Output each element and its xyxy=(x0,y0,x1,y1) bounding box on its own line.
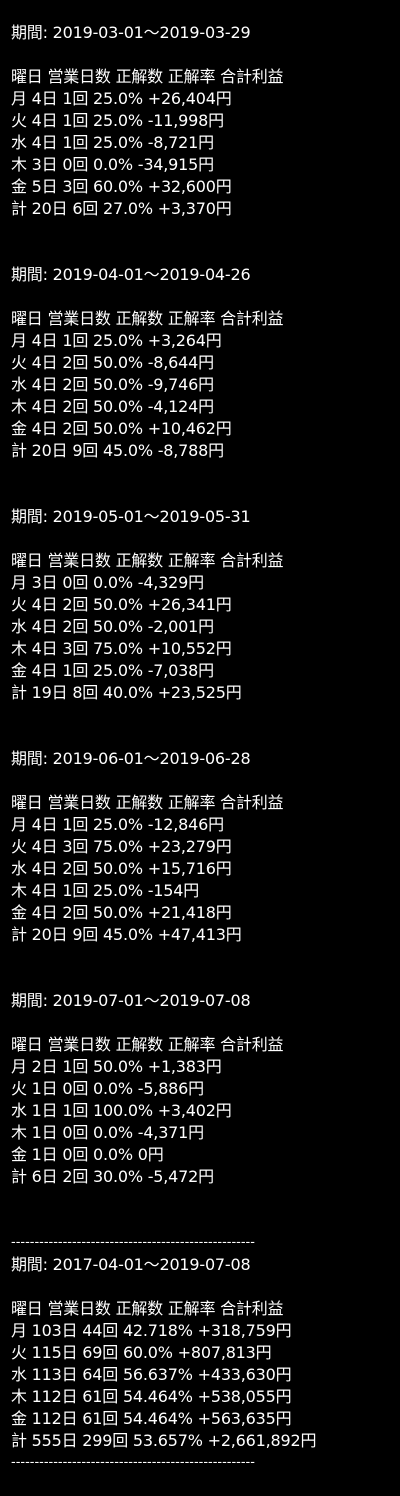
column-header: 曜日 営業日数 正解数 正解率 合計利益 xyxy=(11,67,284,86)
period-header: 期間: 2019-07-01〜2019-07-08 xyxy=(11,991,251,1010)
period-header: 期間: 2019-06-01〜2019-06-28 xyxy=(11,749,251,768)
result-row: 月 4日 1回 25.0% -12,846円 xyxy=(11,815,224,834)
period-header: 期間: 2017-04-01〜2019-07-08 xyxy=(11,1255,251,1274)
result-row: 金 4日 2回 50.0% +10,462円 xyxy=(11,419,232,438)
column-header: 曜日 営業日数 正解数 正解率 合計利益 xyxy=(11,793,284,812)
result-row: 火 4日 2回 50.0% +26,341円 xyxy=(11,595,232,614)
result-row: 木 3日 0回 0.0% -34,915円 xyxy=(11,155,214,174)
result-row: 月 4日 1回 25.0% +3,264円 xyxy=(11,331,222,350)
result-row: 金 112日 61回 54.464% +563,635円 xyxy=(11,1409,292,1428)
column-header: 曜日 営業日数 正解数 正解率 合計利益 xyxy=(11,309,284,328)
result-row: 金 1日 0回 0.0% 0円 xyxy=(11,1145,164,1164)
result-row: 木 4日 2回 50.0% -4,124円 xyxy=(11,397,214,416)
result-row: 火 4日 3回 75.0% +23,279円 xyxy=(11,837,232,856)
result-row: 月 2日 1回 50.0% +1,383円 xyxy=(11,1057,222,1076)
result-row: 水 4日 2回 50.0% +15,716円 xyxy=(11,859,232,878)
total-row: 計 20日 9回 45.0% +47,413円 xyxy=(11,925,242,944)
total-row: 計 6日 2回 30.0% -5,472円 xyxy=(11,1167,214,1186)
column-header: 曜日 営業日数 正解数 正解率 合計利益 xyxy=(11,1299,284,1318)
total-row: 計 20日 9回 45.0% -8,788円 xyxy=(11,441,224,460)
result-row: 水 4日 2回 50.0% -9,746円 xyxy=(11,375,214,394)
result-row: 火 115日 69回 60.0% +807,813円 xyxy=(11,1343,272,1362)
result-row: 月 3日 0回 0.0% -4,329円 xyxy=(11,573,204,592)
period-header: 期間: 2019-05-01〜2019-05-31 xyxy=(11,507,251,526)
period-header: 期間: 2019-04-01〜2019-04-26 xyxy=(11,265,251,284)
result-row: 水 113日 64回 56.637% +433,630円 xyxy=(11,1365,292,1384)
result-row: 木 1日 0回 0.0% -4,371円 xyxy=(11,1123,204,1142)
result-row: 木 4日 1回 25.0% -154円 xyxy=(11,881,200,900)
total-row: 計 20日 6回 27.0% +3,370円 xyxy=(11,199,232,218)
column-header: 曜日 営業日数 正解数 正解率 合計利益 xyxy=(11,1035,284,1054)
result-row: 木 4日 3回 75.0% +10,552円 xyxy=(11,639,232,658)
separator: ----------------------------------------… xyxy=(11,1455,255,1470)
result-row: 火 4日 2回 50.0% -8,644円 xyxy=(11,353,214,372)
result-row: 水 1日 1回 100.0% +3,402円 xyxy=(11,1101,232,1120)
total-row: 計 19日 8回 40.0% +23,525円 xyxy=(11,683,242,702)
result-row: 月 103日 44回 42.718% +318,759円 xyxy=(11,1321,292,1340)
result-row: 火 4日 1回 25.0% -11,998円 xyxy=(11,111,224,130)
result-row: 金 5日 3回 60.0% +32,600円 xyxy=(11,177,232,196)
result-row: 火 1日 0回 0.0% -5,886円 xyxy=(11,1079,204,1098)
result-row: 金 4日 1回 25.0% -7,038円 xyxy=(11,661,214,680)
column-header: 曜日 営業日数 正解数 正解率 合計利益 xyxy=(11,551,284,570)
result-row: 月 4日 1回 25.0% +26,404円 xyxy=(11,89,232,108)
total-row: 計 555日 299回 53.657% +2,661,892円 xyxy=(11,1431,317,1450)
result-row: 水 4日 2回 50.0% -2,001円 xyxy=(11,617,214,636)
result-row: 木 112日 61回 54.464% +538,055円 xyxy=(11,1387,292,1406)
result-row: 金 4日 2回 50.0% +21,418円 xyxy=(11,903,232,922)
separator: ----------------------------------------… xyxy=(11,1235,255,1250)
result-row: 水 4日 1回 25.0% -8,721円 xyxy=(11,133,214,152)
period-header: 期間: 2019-03-01〜2019-03-29 xyxy=(11,23,251,42)
